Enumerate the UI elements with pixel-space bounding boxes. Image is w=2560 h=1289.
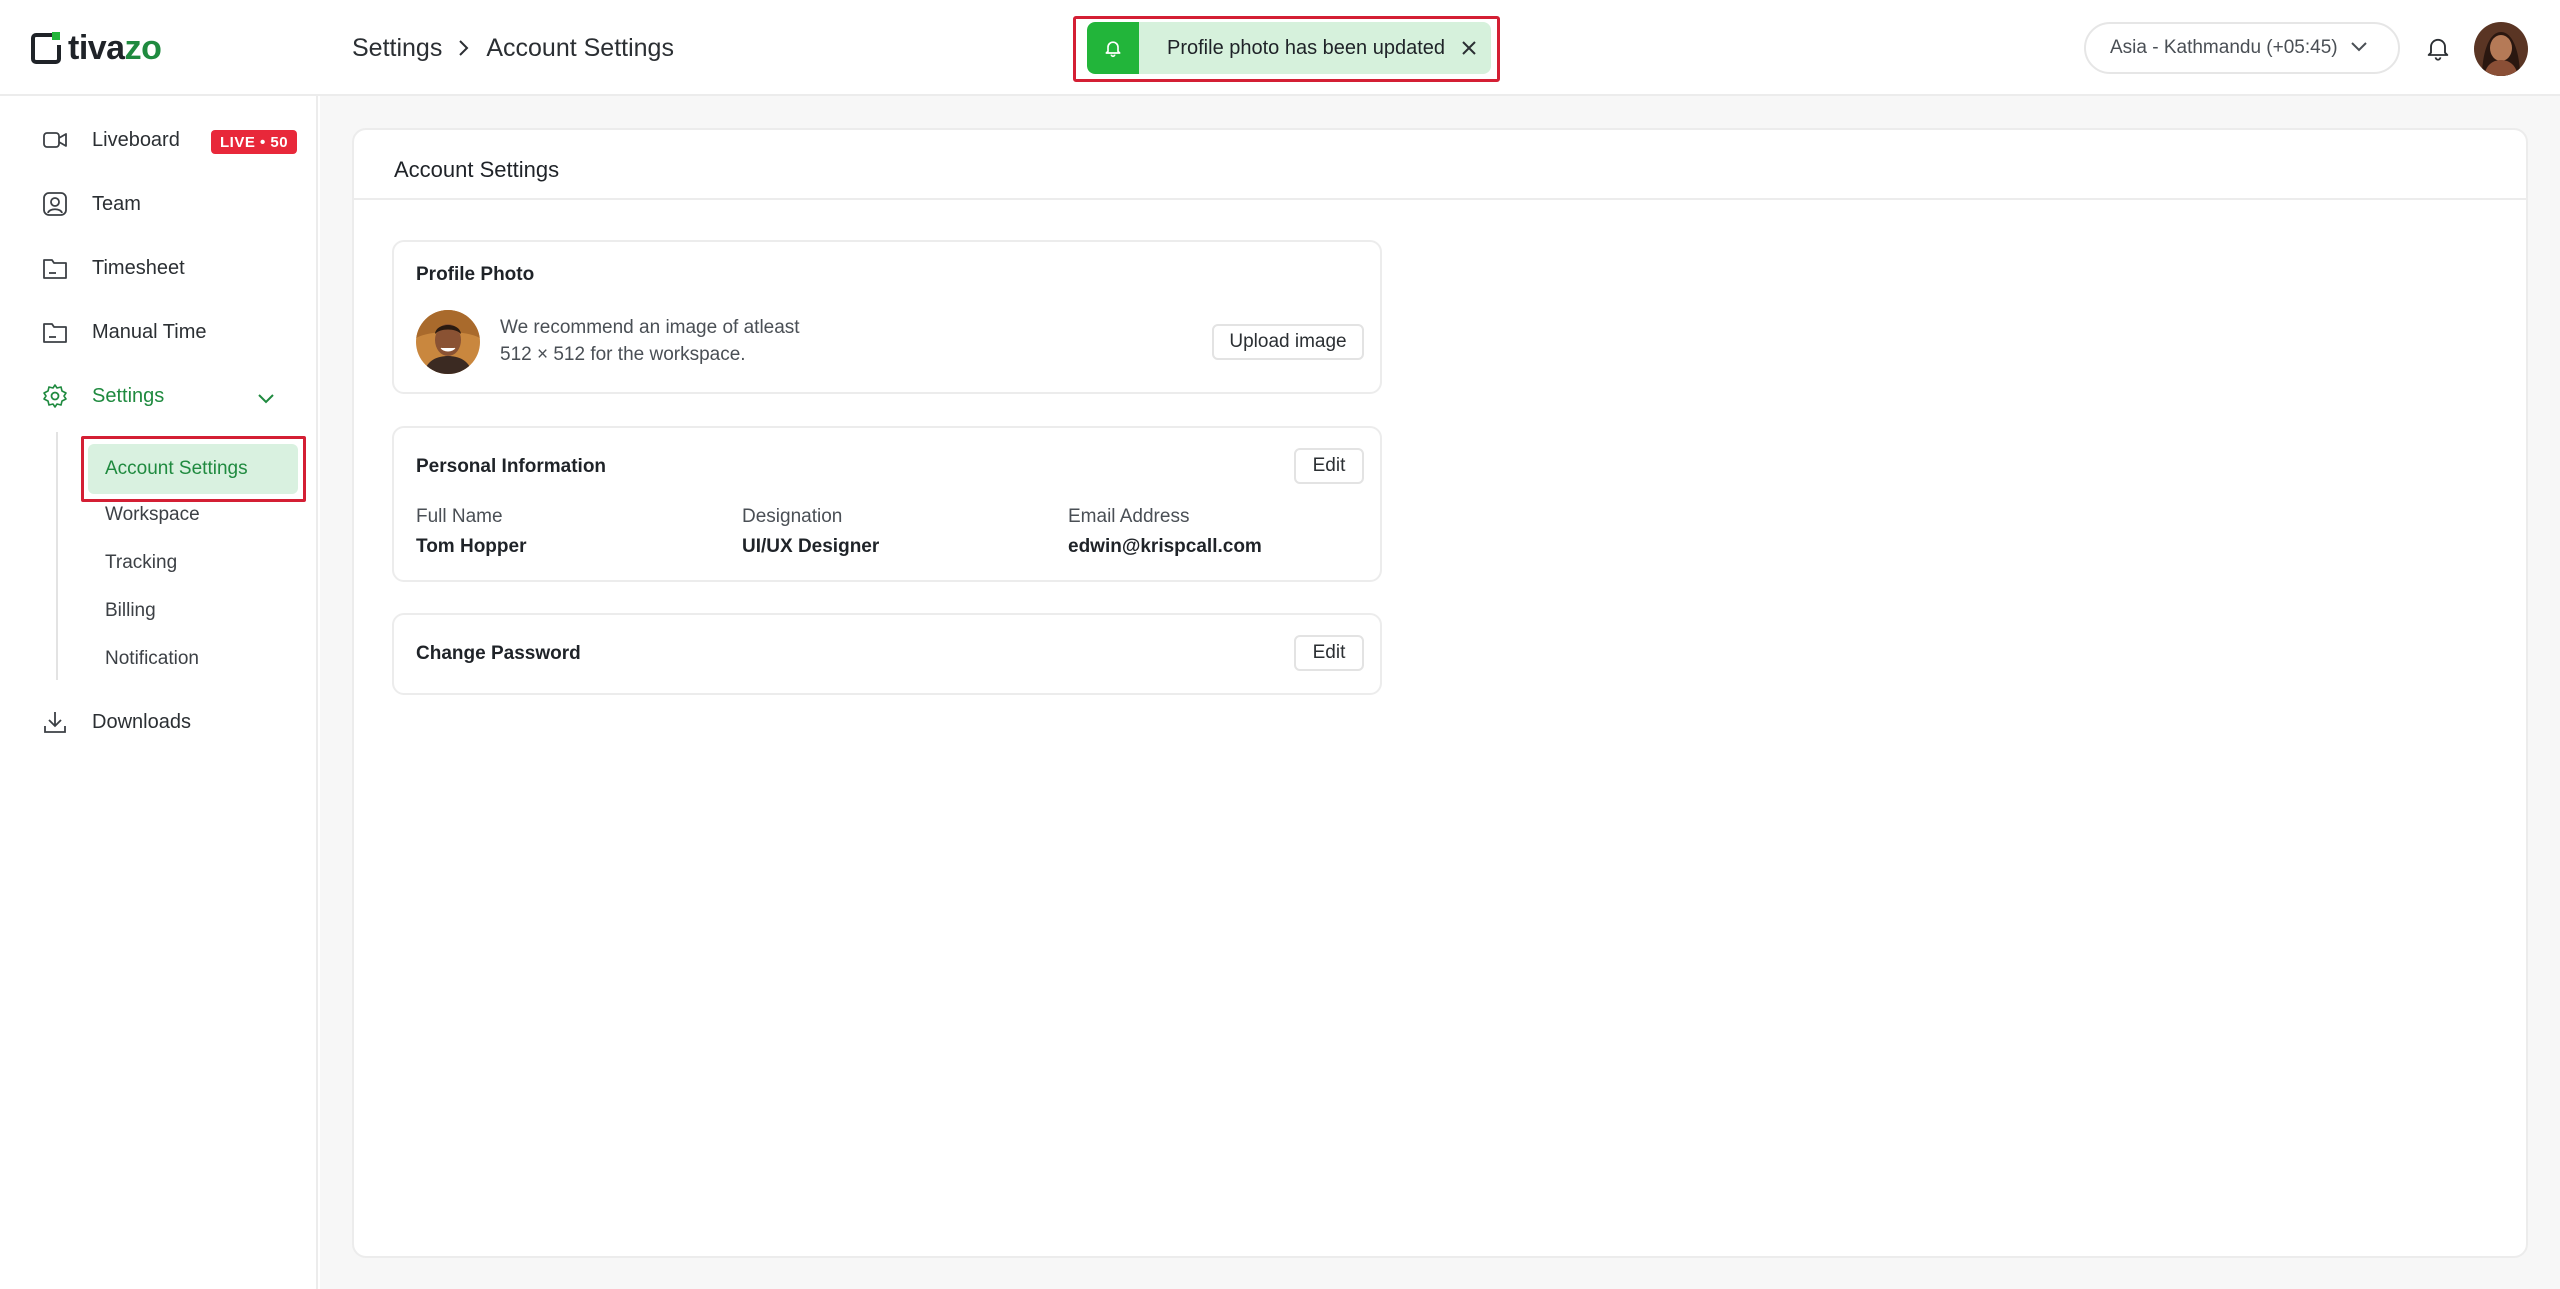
submenu-item-account-settings[interactable]: Account Settings <box>88 444 298 494</box>
card-title: Profile Photo <box>416 264 535 285</box>
tivazo-logo[interactable]: tivazo <box>30 28 162 68</box>
profile-photo-card: Profile Photo We recommend an image of a… <box>392 240 1382 394</box>
download-icon <box>40 707 70 737</box>
page-title: Account Settings <box>394 157 560 182</box>
sidebar-item-label: Downloads <box>92 710 191 733</box>
top-header: tivazo Settings Account Settings Profile… <box>0 0 2560 96</box>
submenu-item-tracking[interactable]: Tracking <box>105 548 177 578</box>
sidebar-item-team[interactable]: Team <box>40 184 141 224</box>
profile-avatar <box>416 310 480 374</box>
submenu-item-billing[interactable]: Billing <box>105 596 156 626</box>
toast-message: Profile photo has been updated <box>1167 36 1445 59</box>
profile-photo-hint: We recommend an image of atleast 512 × 5… <box>500 317 800 365</box>
sidebar-item-downloads[interactable]: Downloads <box>40 702 191 742</box>
breadcrumb-settings[interactable]: Settings <box>352 34 442 63</box>
sidebar-item-liveboard[interactable]: Liveboard <box>40 120 180 160</box>
timezone-value: Asia - Kathmandu (+05:45) <box>2110 37 2338 58</box>
submenu-line <box>56 432 58 680</box>
sidebar-item-manual-time[interactable]: Manual Time <box>40 312 207 352</box>
card-title: Change Password <box>416 643 581 664</box>
upload-image-button[interactable]: Upload image <box>1212 324 1364 360</box>
divider <box>354 198 2526 200</box>
field-email-address: Email Address edwin@krispcall.com <box>1068 506 1262 557</box>
sidebar-item-label: Timesheet <box>92 256 185 279</box>
chevron-right-icon <box>454 38 474 58</box>
sidebar-item-timesheet[interactable]: Timesheet <box>40 248 185 288</box>
card-title: Personal Information <box>416 456 607 477</box>
field-full-name: Full Name Tom Hopper <box>416 506 527 557</box>
personal-information-card: Personal Information Edit Full Name Tom … <box>392 426 1382 582</box>
timezone-select[interactable]: Asia - Kathmandu (+05:45) <box>2084 22 2400 74</box>
bell-icon <box>1087 22 1139 74</box>
live-badge: LIVE • 50 <box>211 130 298 154</box>
success-toast: Profile photo has been updated <box>1087 22 1491 74</box>
sidebar-item-settings[interactable]: Settings <box>40 376 164 416</box>
sidebar: Liveboard LIVE • 50 Team Timesheet Manua… <box>0 96 318 1289</box>
logo-text: tivazo <box>68 28 162 67</box>
breadcrumb: Settings Account Settings <box>352 30 674 66</box>
sidebar-item-label: Manual Time <box>92 320 207 343</box>
notification-bell-icon[interactable] <box>2420 30 2456 66</box>
sidebar-item-label: Settings <box>92 384 165 407</box>
video-icon <box>40 125 70 155</box>
sidebar-item-label: Team <box>92 192 141 215</box>
breadcrumb-current: Account Settings <box>486 33 674 62</box>
folder-icon <box>40 253 70 283</box>
gear-icon <box>40 381 70 411</box>
submenu-item-notification[interactable]: Notification <box>105 644 199 674</box>
change-password-card: Change Password Edit <box>392 613 1382 695</box>
chevron-down-icon[interactable] <box>254 386 278 410</box>
sidebar-item-label: Liveboard <box>92 128 180 151</box>
chevron-down-icon <box>2350 37 2368 59</box>
logo-mark-icon <box>30 31 62 65</box>
close-icon[interactable] <box>1447 22 1491 74</box>
edit-personal-info-button[interactable]: Edit <box>1294 448 1364 484</box>
folder-icon <box>40 317 70 347</box>
user-avatar[interactable] <box>2474 22 2528 76</box>
user-icon <box>40 189 70 219</box>
field-designation: Designation UI/UX Designer <box>742 506 880 557</box>
submenu-item-workspace[interactable]: Workspace <box>105 500 200 530</box>
edit-password-button[interactable]: Edit <box>1294 635 1364 671</box>
